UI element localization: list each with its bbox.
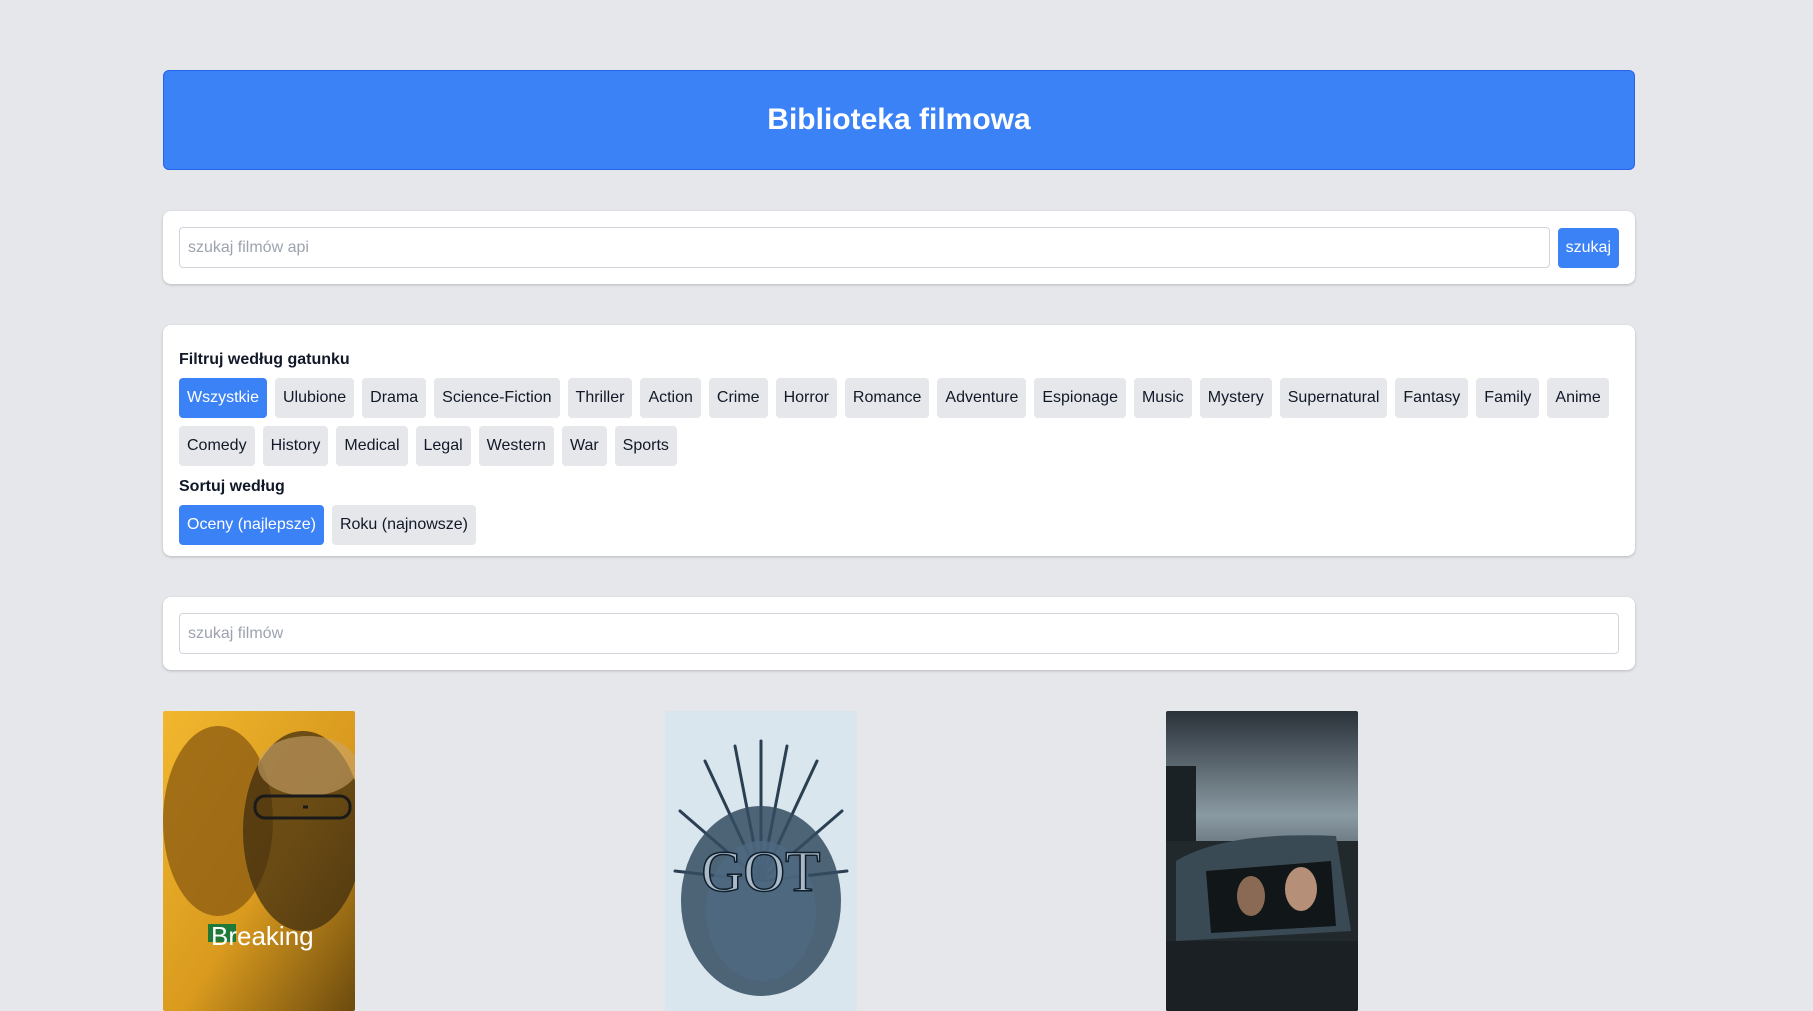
api-search-panel: szukaj: [163, 211, 1635, 284]
poster-title-text: GOT: [701, 839, 820, 904]
genre-chip-comedy[interactable]: Comedy: [179, 426, 255, 466]
sort-option-roku-najnowsze[interactable]: Roku (najnowsze): [331, 505, 477, 545]
genre-chip-list: Wszystkie Ulubione Drama Science-Fiction Thr…: [179, 378, 1619, 466]
genre-chip-espionage[interactable]: Espionage: [1034, 378, 1126, 418]
movie-card[interactable]: [1166, 711, 1635, 1011]
movie-poster-drama-car[interactable]: [1166, 711, 1359, 1011]
movie-card[interactable]: GOT: [664, 711, 1134, 1011]
genre-chip-family[interactable]: Family: [1476, 378, 1540, 418]
sort-option-list: Oceny (najlepsze) Roku (najnowsze): [179, 505, 1619, 545]
movie-grid: Breaking GOT: [163, 711, 1635, 1011]
genre-chip-supernatural[interactable]: Supernatural: [1279, 378, 1388, 418]
app-container: Biblioteka filmowa szukaj Filtruj według…: [163, 70, 1635, 1011]
genre-chip-wszystkie[interactable]: Wszystkie: [179, 378, 267, 418]
sort-option-oceny-najlepsze[interactable]: Oceny (najlepsze): [179, 505, 324, 545]
genre-chip-western[interactable]: Western: [478, 426, 554, 466]
genre-chip-ulubione[interactable]: Ulubione: [275, 378, 355, 418]
genre-chip-music[interactable]: Music: [1133, 378, 1192, 418]
genre-chip-history[interactable]: History: [262, 426, 329, 466]
filters-panel: Filtruj według gatunku Wszystkie Ulubione…: [163, 325, 1635, 556]
genre-chip-sports[interactable]: Sports: [614, 426, 677, 466]
movie-poster-breaking-bad[interactable]: Breaking: [163, 711, 355, 1011]
genre-chip-mystery[interactable]: Mystery: [1199, 378, 1272, 418]
genre-filter-label: Filtruj według gatunku: [179, 351, 350, 368]
genre-chip-drama[interactable]: Drama: [362, 378, 427, 418]
genre-chip-science-fiction[interactable]: Science-Fiction: [434, 378, 560, 418]
genre-chip-medical[interactable]: Medical: [336, 426, 408, 466]
genre-chip-adventure[interactable]: Adventure: [937, 378, 1027, 418]
app-header: Biblioteka filmowa: [163, 70, 1635, 170]
genre-chip-crime[interactable]: Crime: [708, 378, 768, 418]
genre-chip-war[interactable]: War: [561, 426, 607, 466]
poster-title-text: Breaking: [211, 921, 314, 951]
genre-chip-anime[interactable]: Anime: [1547, 378, 1609, 418]
page-title: Biblioteka filmowa: [767, 103, 1031, 136]
sort-label: Sortuj według: [179, 478, 285, 495]
local-search-panel: [163, 597, 1635, 670]
genre-chip-fantasy[interactable]: Fantasy: [1395, 378, 1469, 418]
api-search-input[interactable]: [179, 227, 1550, 268]
api-search-button[interactable]: szukaj: [1557, 227, 1619, 268]
genre-chip-action[interactable]: Action: [640, 378, 701, 418]
movie-search-input[interactable]: [179, 613, 1619, 654]
genre-chip-thriller[interactable]: Thriller: [567, 378, 633, 418]
genre-chip-legal[interactable]: Legal: [415, 426, 471, 466]
genre-chip-horror[interactable]: Horror: [775, 378, 837, 418]
movie-poster-game-of-thrones[interactable]: GOT: [664, 711, 857, 1011]
movie-card[interactable]: Breaking: [163, 711, 632, 1011]
genre-chip-romance[interactable]: Romance: [844, 378, 930, 418]
